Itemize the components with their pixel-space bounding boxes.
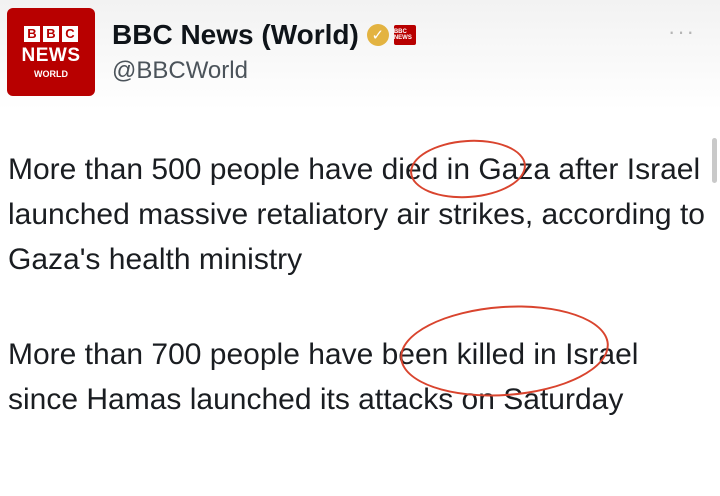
affiliate-badge-text: BBC NEWS <box>393 29 412 41</box>
display-name[interactable]: BBC News (World) <box>112 19 359 51</box>
header-background <box>0 0 720 110</box>
avatar-news-text: NEWS <box>21 44 81 66</box>
more-options-icon[interactable]: ··· <box>668 19 696 45</box>
avatar-world-text: WORLD <box>34 68 68 79</box>
affiliate-badge-icon[interactable]: BBC NEWS <box>393 25 416 45</box>
tweet-paragraph-1: More than 500 people have died in Gaza a… <box>8 153 705 276</box>
scrollbar[interactable] <box>712 138 717 183</box>
verified-badge-icon[interactable]: ✓ <box>366 24 389 46</box>
avatar[interactable]: BBC NEWS WORLD <box>7 8 95 96</box>
bbc-logo-blocks: BBC <box>24 25 78 42</box>
account-handle[interactable]: @BBCWorld <box>112 57 248 85</box>
account-name-row: BBC News (World) ✓ BBC NEWS <box>112 19 416 51</box>
